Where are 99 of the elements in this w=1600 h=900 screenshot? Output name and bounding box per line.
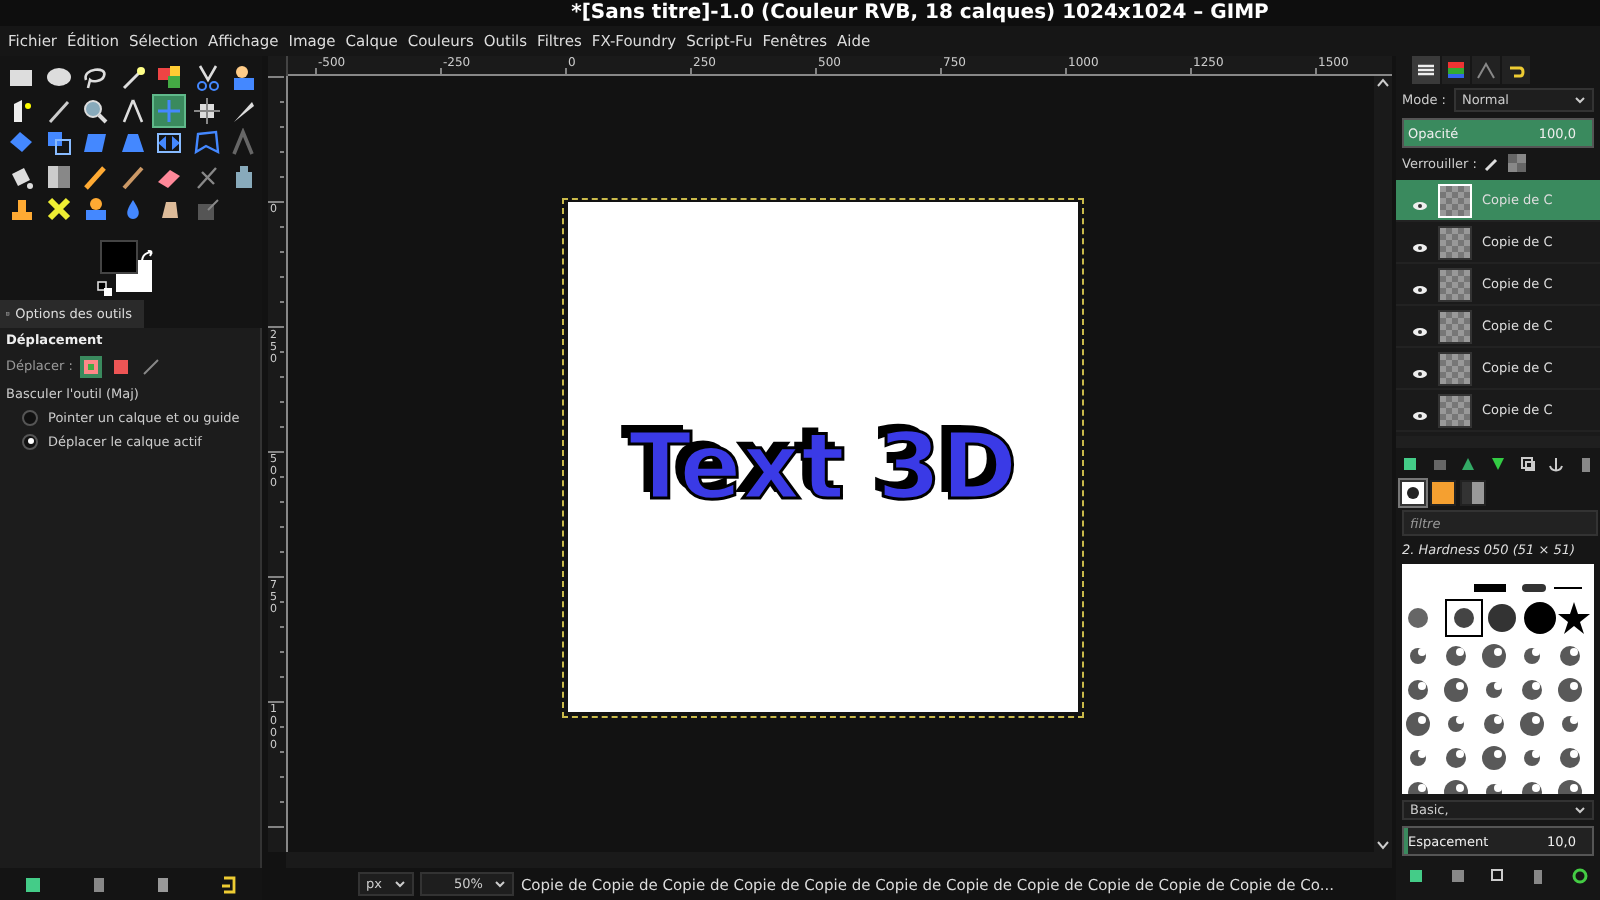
layer-thumbnail	[1438, 393, 1472, 427]
tool-button[interactable]	[80, 95, 110, 125]
stamp-icon	[6, 194, 36, 224]
tool-button[interactable]	[43, 161, 73, 191]
tool-button[interactable]	[43, 128, 73, 158]
square-icon	[112, 357, 131, 375]
dock-tab[interactable]	[1502, 56, 1530, 84]
rotate-icon	[6, 128, 36, 158]
letter-shape-icon	[228, 128, 258, 158]
document-icon[interactable]	[89, 876, 108, 894]
slash-icon	[142, 357, 161, 375]
up-triangle-icon[interactable]	[1460, 456, 1477, 472]
caret-icon	[1574, 94, 1586, 106]
brush-tab[interactable]	[1400, 480, 1426, 506]
duplicate-icon[interactable]	[1449, 868, 1466, 884]
color-swatches-drawing[interactable]	[96, 237, 156, 297]
tool-button[interactable]	[117, 95, 147, 125]
new-layer-icon[interactable]	[1402, 456, 1419, 472]
layer-thumbnail	[1438, 351, 1472, 385]
copy-icon[interactable]	[1489, 868, 1506, 884]
path-icon	[1474, 58, 1498, 82]
pencil-icon	[80, 161, 110, 191]
color-squares-icon	[154, 62, 184, 92]
tool-button[interactable]	[117, 161, 147, 191]
caret-icon	[393, 878, 406, 890]
picture-frame-icon	[82, 357, 101, 375]
figure-icon	[228, 62, 258, 92]
brush-tab[interactable]	[1430, 480, 1456, 506]
down-triangle-icon[interactable]	[1489, 456, 1506, 472]
layer-thumbnail	[1438, 309, 1472, 343]
move-icon	[154, 95, 184, 125]
cage-icon	[191, 128, 221, 158]
target-toggle[interactable]	[140, 355, 163, 377]
tool-button[interactable]	[43, 62, 73, 92]
checker-lock-icon[interactable]	[1508, 154, 1527, 172]
brush-lock-icon[interactable]	[1484, 155, 1501, 171]
stamp-figure-icon	[80, 194, 110, 224]
folder-icon[interactable]	[1431, 456, 1448, 472]
zoom-icon	[80, 95, 110, 125]
tool-button[interactable]	[228, 62, 258, 92]
dropper-icon	[43, 95, 73, 125]
caret-icon	[494, 878, 507, 890]
swap-arrow-icon[interactable]	[140, 249, 156, 265]
tool-button[interactable]	[154, 128, 184, 158]
color-stripes-icon	[1444, 58, 1468, 82]
new-brush-icon[interactable]	[1408, 868, 1425, 884]
brush-tab[interactable]	[1460, 480, 1486, 506]
eye-icon[interactable]	[1412, 241, 1428, 253]
duplicate-icon[interactable]	[1519, 456, 1536, 472]
lasso-icon	[80, 62, 110, 92]
gradient-icon	[43, 161, 73, 191]
eye-icon[interactable]	[1412, 367, 1428, 379]
refresh-icon[interactable]	[1571, 868, 1588, 884]
tool-button[interactable]	[154, 62, 184, 92]
eye-icon[interactable]	[1412, 409, 1428, 421]
layer-thumbnail	[1438, 267, 1472, 301]
gradient-icon	[1462, 482, 1484, 504]
tool-button[interactable]	[43, 95, 73, 125]
align-icon	[191, 95, 221, 125]
radio-button[interactable]	[22, 433, 38, 449]
tool-button[interactable]	[191, 62, 221, 92]
compass-icon	[117, 95, 147, 125]
radio-button[interactable]	[22, 409, 38, 425]
horizontal-scrollbar[interactable]	[286, 852, 1392, 868]
shear-icon	[80, 128, 110, 158]
vertical-scrollbar[interactable]	[1374, 76, 1392, 852]
cross-icon	[43, 194, 73, 224]
eye-icon[interactable]	[1412, 325, 1428, 337]
scale-icon	[43, 128, 73, 158]
dock-tab[interactable]	[1472, 56, 1500, 84]
dock-tab[interactable]	[1442, 56, 1470, 84]
anchor-icon[interactable]	[1548, 456, 1565, 472]
layer-thumbnail	[1438, 183, 1472, 217]
window-title: *[Sans titre]-1.0 (Couleur RVB, 18 calques) 1024x1024 – GIMP	[569, 2, 1269, 24]
tool-button[interactable]	[80, 62, 110, 92]
wand-icon	[117, 62, 147, 92]
eye-icon[interactable]	[1412, 283, 1428, 295]
tool-button[interactable]	[191, 95, 221, 125]
brush-icon	[117, 161, 147, 191]
caret-icon	[1574, 804, 1586, 816]
scissors-icon	[191, 62, 221, 92]
target-toggle[interactable]	[80, 355, 103, 377]
pattern-icon	[1432, 482, 1454, 504]
trash-icon[interactable]	[154, 876, 173, 894]
tool-button[interactable]	[80, 194, 110, 224]
layer-thumbnail	[1438, 225, 1472, 259]
arrow-box-icon[interactable]	[220, 876, 239, 894]
ellipse-icon	[43, 62, 73, 92]
tool-button[interactable]	[117, 62, 147, 92]
flip-icon	[154, 128, 184, 158]
tool-button[interactable]	[80, 161, 110, 191]
eye-icon[interactable]	[1412, 199, 1428, 211]
target-toggle[interactable]	[110, 355, 133, 377]
tool-button[interactable]	[6, 194, 36, 224]
dock-tab[interactable]	[1412, 56, 1440, 84]
soft-dot-icon	[1402, 482, 1424, 504]
image-text: Text 3D	[628, 409, 1018, 519]
perspective-icon	[117, 128, 147, 158]
save-icon[interactable]	[23, 876, 42, 894]
